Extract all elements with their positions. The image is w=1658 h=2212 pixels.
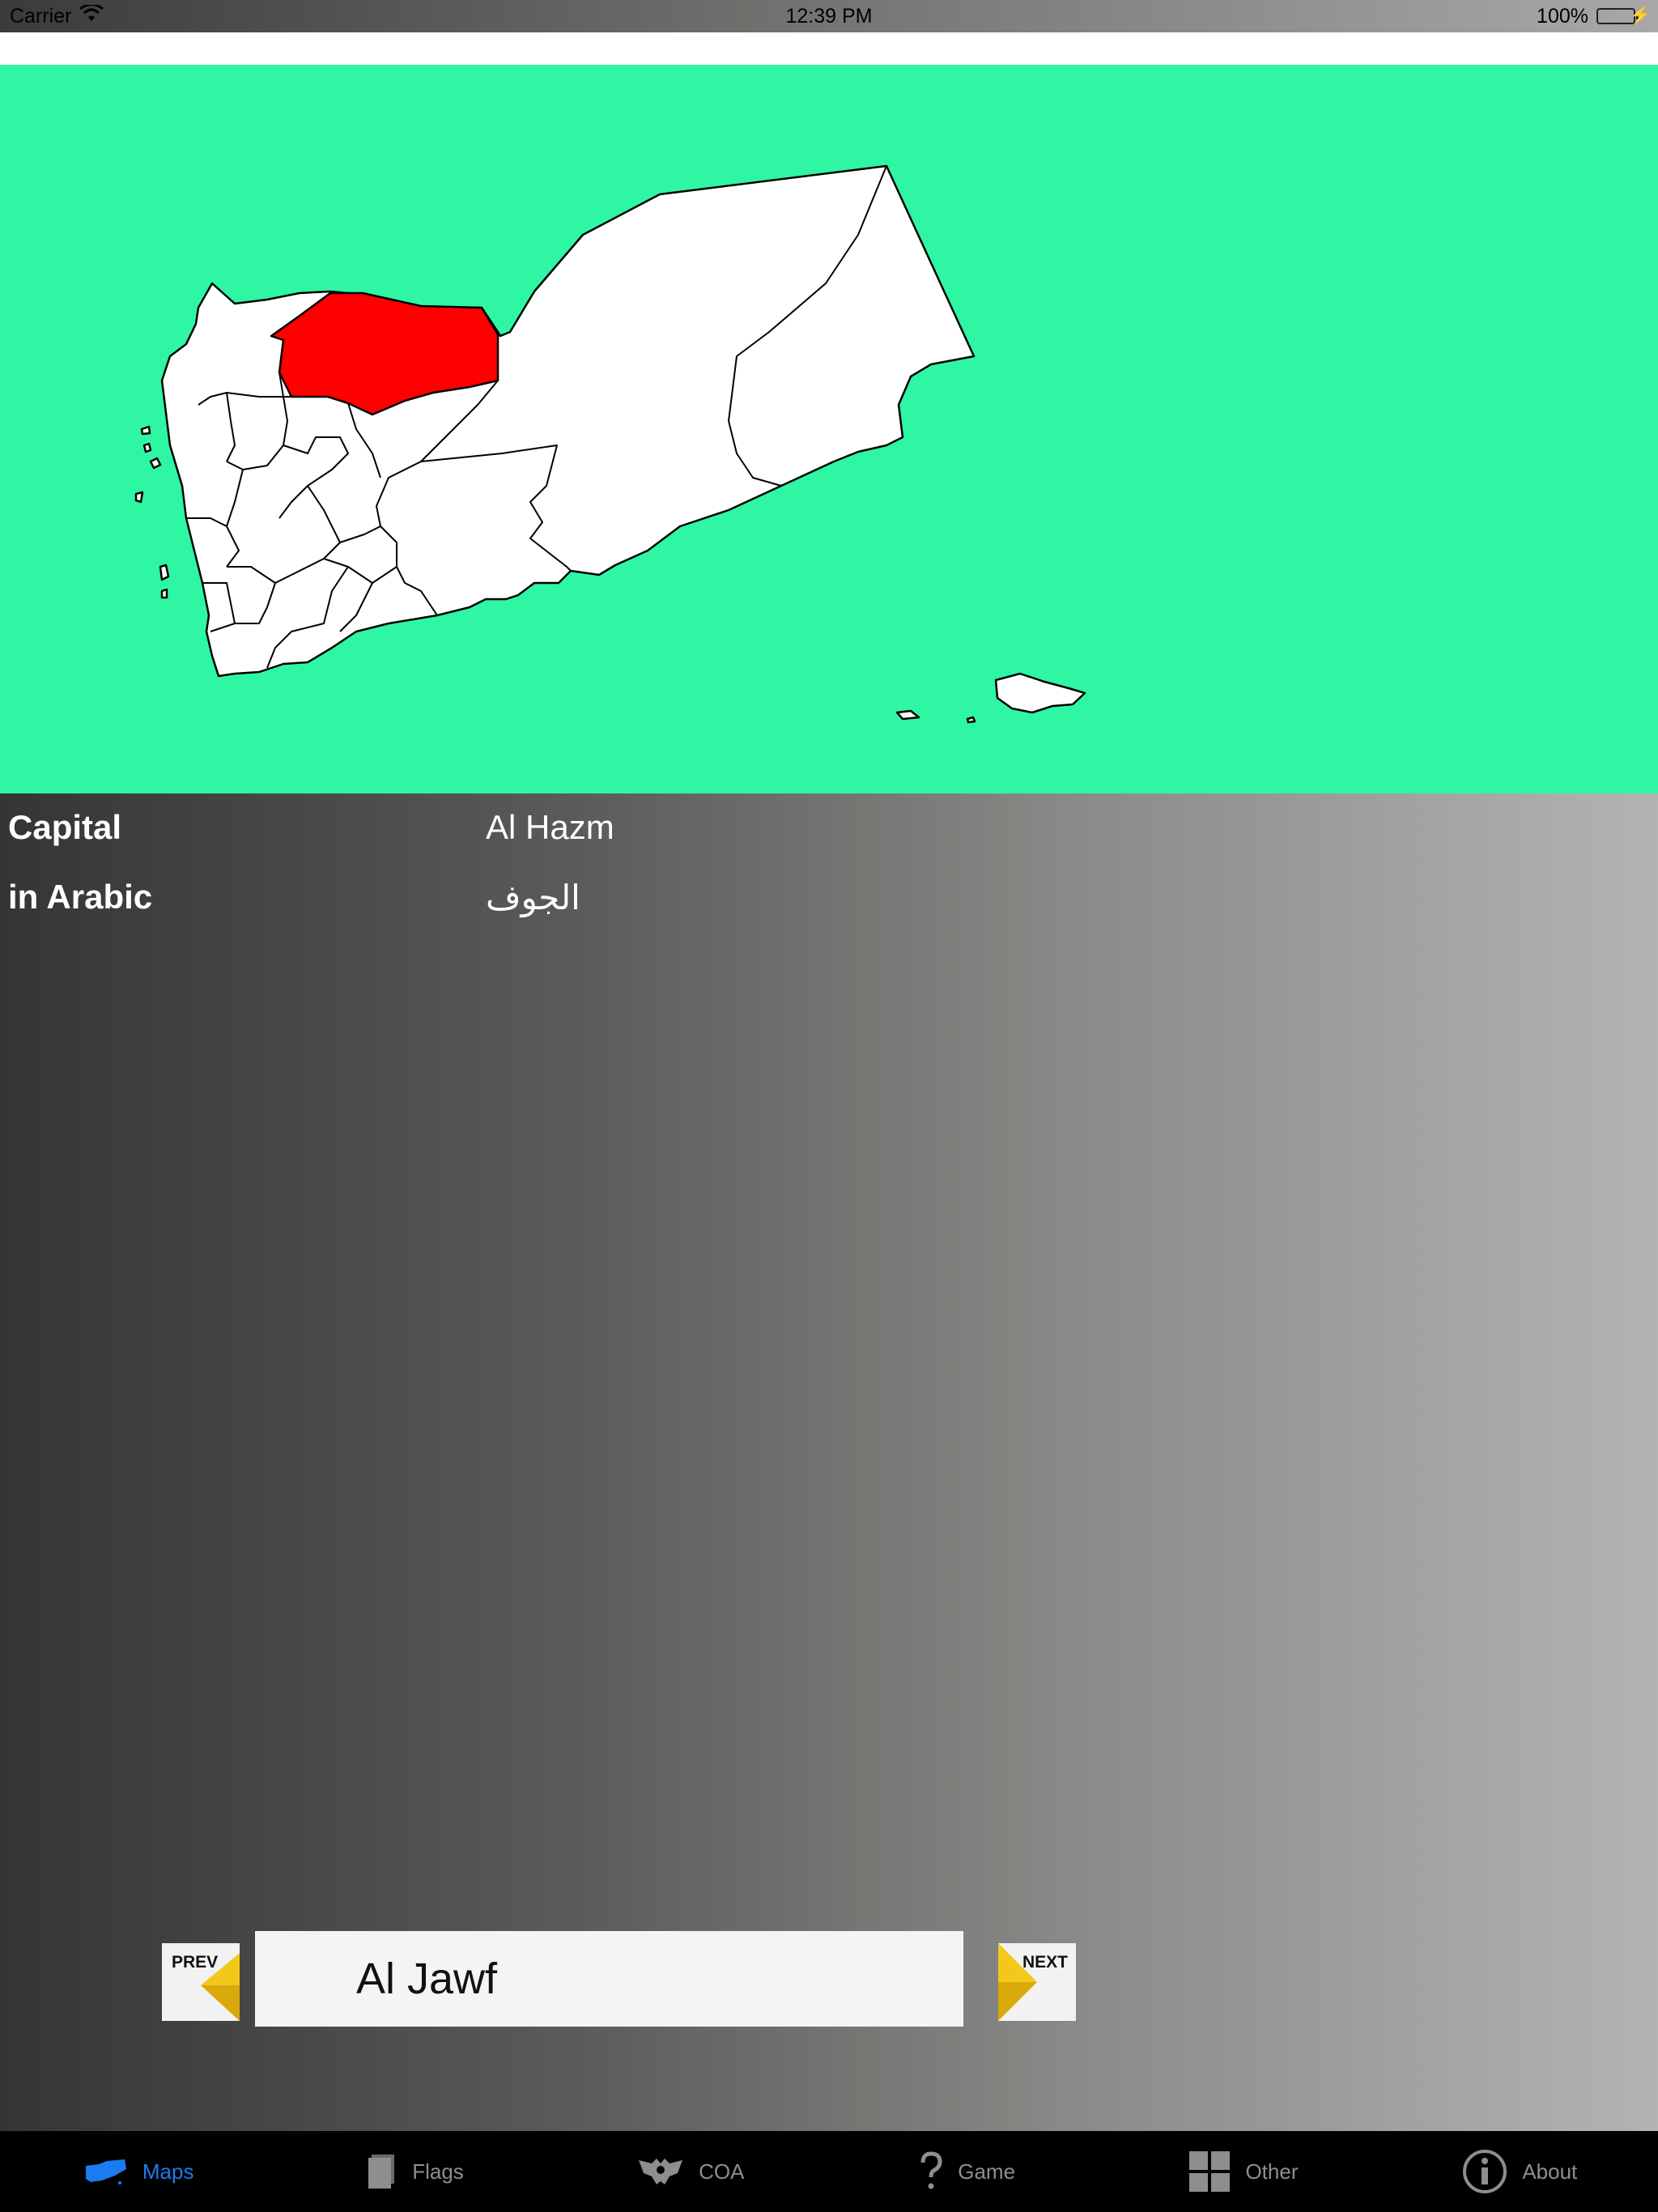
tab-coa-label: COA <box>699 2159 745 2184</box>
prev-button[interactable]: PREV <box>162 1943 240 2021</box>
tab-flags[interactable]: Flags <box>276 2131 552 2212</box>
prev-label: PREV <box>172 1953 219 1972</box>
tab-other[interactable]: Other <box>1105 2131 1381 2212</box>
next-button[interactable]: NEXT <box>998 1943 1076 2021</box>
tab-game[interactable]: Game <box>829 2131 1105 2212</box>
eagle-icon <box>639 2159 683 2184</box>
capital-value: Al Hazm <box>486 808 614 846</box>
arabic-label: in Arabic <box>8 878 153 916</box>
grid-icon <box>1189 2151 1231 2192</box>
yemen-map-icon <box>85 2159 126 2184</box>
region-name-field[interactable]: Al Jawf <box>255 1931 963 2027</box>
socotra-island <box>994 672 1086 714</box>
tab-game-label: Game <box>958 2159 1016 2184</box>
battery-percent: 100% <box>1537 5 1588 28</box>
arabic-value: الجوف <box>486 878 580 917</box>
tab-other-label: Other <box>1245 2159 1299 2184</box>
status-bar: Carrier 12:39 PM 100% ⚡ <box>0 0 1658 32</box>
flag-icon <box>368 2155 395 2189</box>
capital-label: Capital <box>8 808 122 846</box>
charging-icon: ⚡ <box>1629 5 1652 25</box>
question-icon <box>920 2151 942 2189</box>
tab-coa[interactable]: COA <box>553 2131 829 2212</box>
info-icon <box>1463 2150 1507 2193</box>
tab-bar: Maps Flags COA Game Other About <box>0 2131 1658 2212</box>
next-label: NEXT <box>1022 1953 1068 1972</box>
region-map[interactable] <box>0 65 1658 793</box>
header-strip <box>0 32 1658 66</box>
clock: 12:39 PM <box>785 5 873 28</box>
tab-maps-label: Maps <box>142 2159 194 2184</box>
tab-about[interactable]: About <box>1382 2131 1658 2212</box>
tab-maps[interactable]: Maps <box>0 2131 276 2212</box>
details-panel: Capital Al Hazm in Arabic الجوف PREV Al … <box>0 793 1658 2131</box>
tab-about-label: About <box>1522 2159 1578 2184</box>
yemen-map <box>134 164 1086 724</box>
tab-flags-label: Flags <box>412 2159 464 2184</box>
